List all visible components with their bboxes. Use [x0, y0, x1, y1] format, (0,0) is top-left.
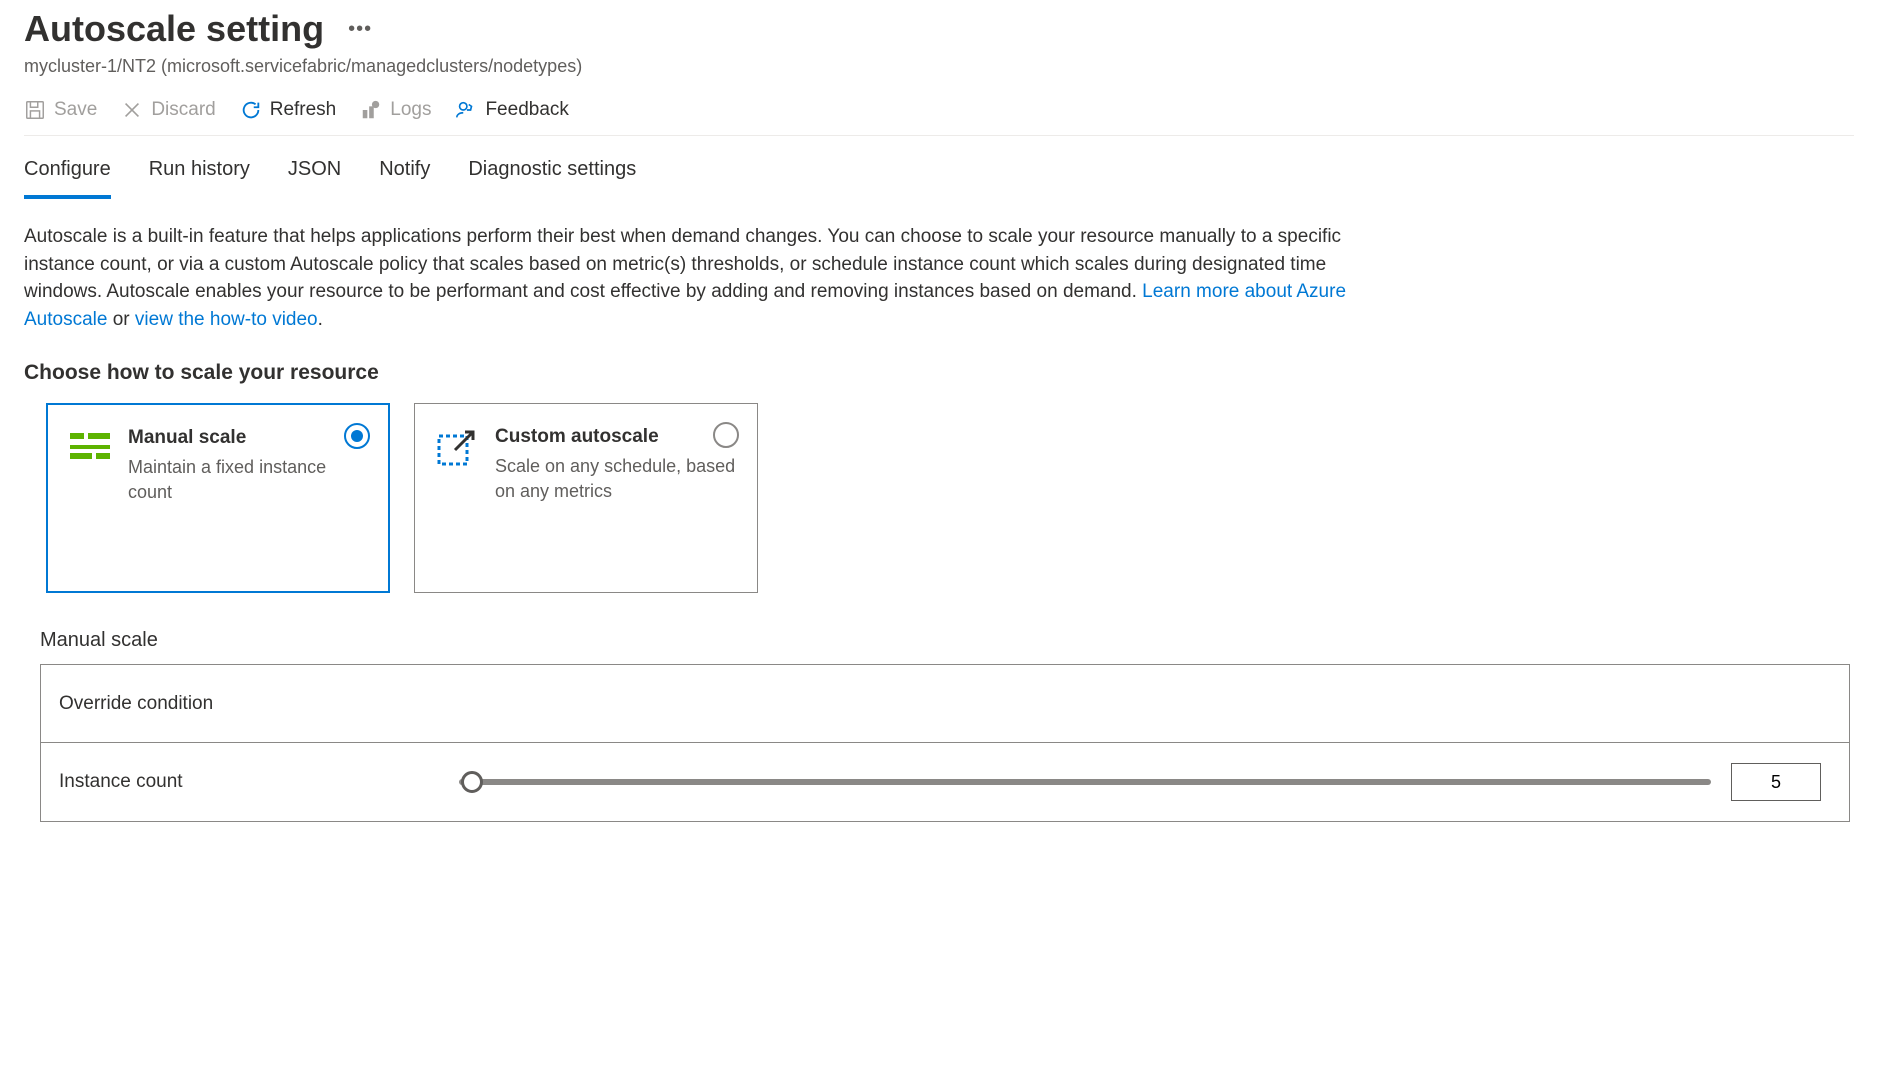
more-options-icon[interactable]: ••• — [348, 18, 372, 41]
tab-bar: Configure Run history JSON Notify Diagno… — [24, 148, 1854, 199]
close-icon — [121, 99, 143, 121]
manual-scale-card[interactable]: Manual scale Maintain a fixed instance c… — [46, 403, 390, 593]
save-label: Save — [54, 99, 97, 121]
howto-video-link[interactable]: view the how-to video — [135, 309, 318, 330]
manual-scale-heading: Manual scale — [40, 629, 1854, 652]
feedback-button[interactable]: Feedback — [455, 99, 568, 121]
toolbar: Save Discard Refresh Logs Feedback — [24, 99, 1854, 136]
instance-count-label: Instance count — [59, 771, 459, 793]
discard-label: Discard — [151, 99, 215, 121]
custom-autoscale-card[interactable]: Custom autoscale Scale on any schedule, … — [414, 403, 758, 593]
tab-json[interactable]: JSON — [288, 148, 341, 199]
feedback-icon — [455, 99, 477, 121]
tab-run-history[interactable]: Run history — [149, 148, 250, 199]
scale-choice-heading: Choose how to scale your resource — [24, 361, 1854, 385]
manual-scale-radio[interactable] — [344, 423, 370, 449]
refresh-label: Refresh — [270, 99, 337, 121]
discard-button[interactable]: Discard — [121, 99, 215, 121]
custom-autoscale-radio[interactable] — [713, 422, 739, 448]
logs-button[interactable]: Logs — [360, 99, 431, 121]
feedback-label: Feedback — [485, 99, 568, 121]
manual-scale-desc: Maintain a fixed instance count — [128, 455, 368, 505]
page-title: Autoscale setting — [24, 8, 324, 50]
custom-autoscale-desc: Scale on any schedule, based on any metr… — [495, 454, 737, 504]
save-icon — [24, 99, 46, 121]
intro-period: . — [318, 309, 323, 330]
manual-scale-title: Manual scale — [128, 427, 368, 449]
instance-count-input[interactable] — [1731, 763, 1821, 801]
instance-count-row: Instance count — [41, 743, 1849, 821]
scale-mode-group: Manual scale Maintain a fixed instance c… — [46, 403, 1854, 593]
logs-icon — [360, 99, 382, 121]
logs-label: Logs — [390, 99, 431, 121]
tab-diagnostic[interactable]: Diagnostic settings — [468, 148, 636, 199]
breadcrumb: mycluster-1/NT2 (microsoft.servicefabric… — [24, 56, 1854, 77]
slider-thumb[interactable] — [461, 771, 483, 793]
slider-track — [459, 779, 1711, 785]
save-button[interactable]: Save — [24, 99, 97, 121]
intro-text: Autoscale is a built-in feature that hel… — [24, 223, 1374, 333]
refresh-button[interactable]: Refresh — [240, 99, 337, 121]
intro-or: or — [107, 309, 134, 330]
custom-autoscale-title: Custom autoscale — [495, 426, 737, 448]
manual-scale-icon — [68, 427, 112, 471]
tab-notify[interactable]: Notify — [379, 148, 430, 199]
override-condition-label: Override condition — [59, 693, 459, 715]
custom-autoscale-icon — [435, 426, 479, 470]
manual-scale-config: Override condition Instance count — [40, 664, 1850, 822]
instance-count-slider[interactable] — [459, 771, 1711, 793]
tab-configure[interactable]: Configure — [24, 148, 111, 199]
override-condition-row: Override condition — [41, 665, 1849, 743]
refresh-icon — [240, 99, 262, 121]
